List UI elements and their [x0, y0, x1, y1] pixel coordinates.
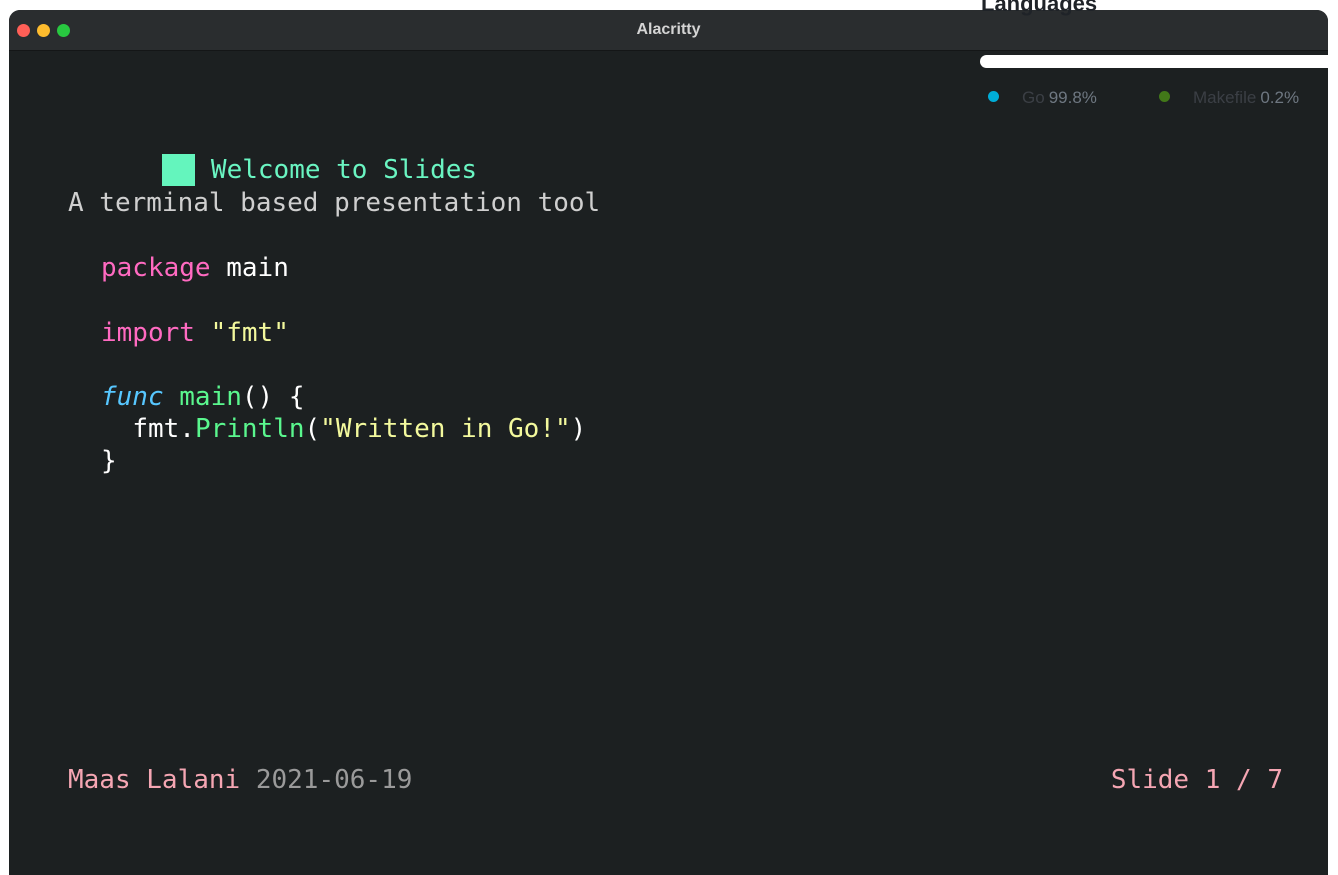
code-line-close-brace: } — [101, 446, 117, 476]
code-keyword: package — [101, 253, 211, 283]
slide-date: 2021-06-19 — [255, 765, 413, 795]
code-text: fmt. — [132, 414, 195, 444]
title-bar[interactable]: Alacritty — [9, 10, 1328, 51]
terminal-content[interactable]: Welcome to Slides A terminal based prese… — [9, 51, 1328, 875]
code-keyword: func — [101, 382, 164, 412]
slide-subtitle: A terminal based presentation tool — [68, 188, 601, 218]
code-function: Println — [194, 414, 305, 444]
code-keyword: import — [101, 318, 195, 348]
slide-footer-left: Maas Lalani 2021-06-19 — [68, 764, 412, 796]
code-line-package: package main — [101, 252, 289, 284]
author-name: Maas Lalani — [68, 765, 241, 795]
code-function: main — [179, 382, 242, 412]
slide-heading: Welcome to Slides — [210, 155, 478, 185]
code-text: () { — [241, 382, 305, 412]
window-title: Alacritty — [636, 21, 701, 38]
code-text: main — [210, 253, 289, 283]
slide-counter: Slide 1 / 7 — [1110, 765, 1283, 795]
code-text: ( — [304, 414, 321, 444]
code-line-println: fmt.Println("Written in Go!") — [101, 413, 586, 445]
code-string: "fmt" — [210, 318, 289, 348]
terminal-window: Alacritty Welcome to Slides A terminal b… — [9, 10, 1328, 875]
code-line-func: func main() { — [101, 381, 305, 413]
code-text: ) — [570, 414, 587, 444]
heading-marker — [161, 154, 195, 186]
code-line-import: import "fmt" — [101, 317, 289, 349]
code-string: "Written in Go!" — [320, 414, 571, 444]
